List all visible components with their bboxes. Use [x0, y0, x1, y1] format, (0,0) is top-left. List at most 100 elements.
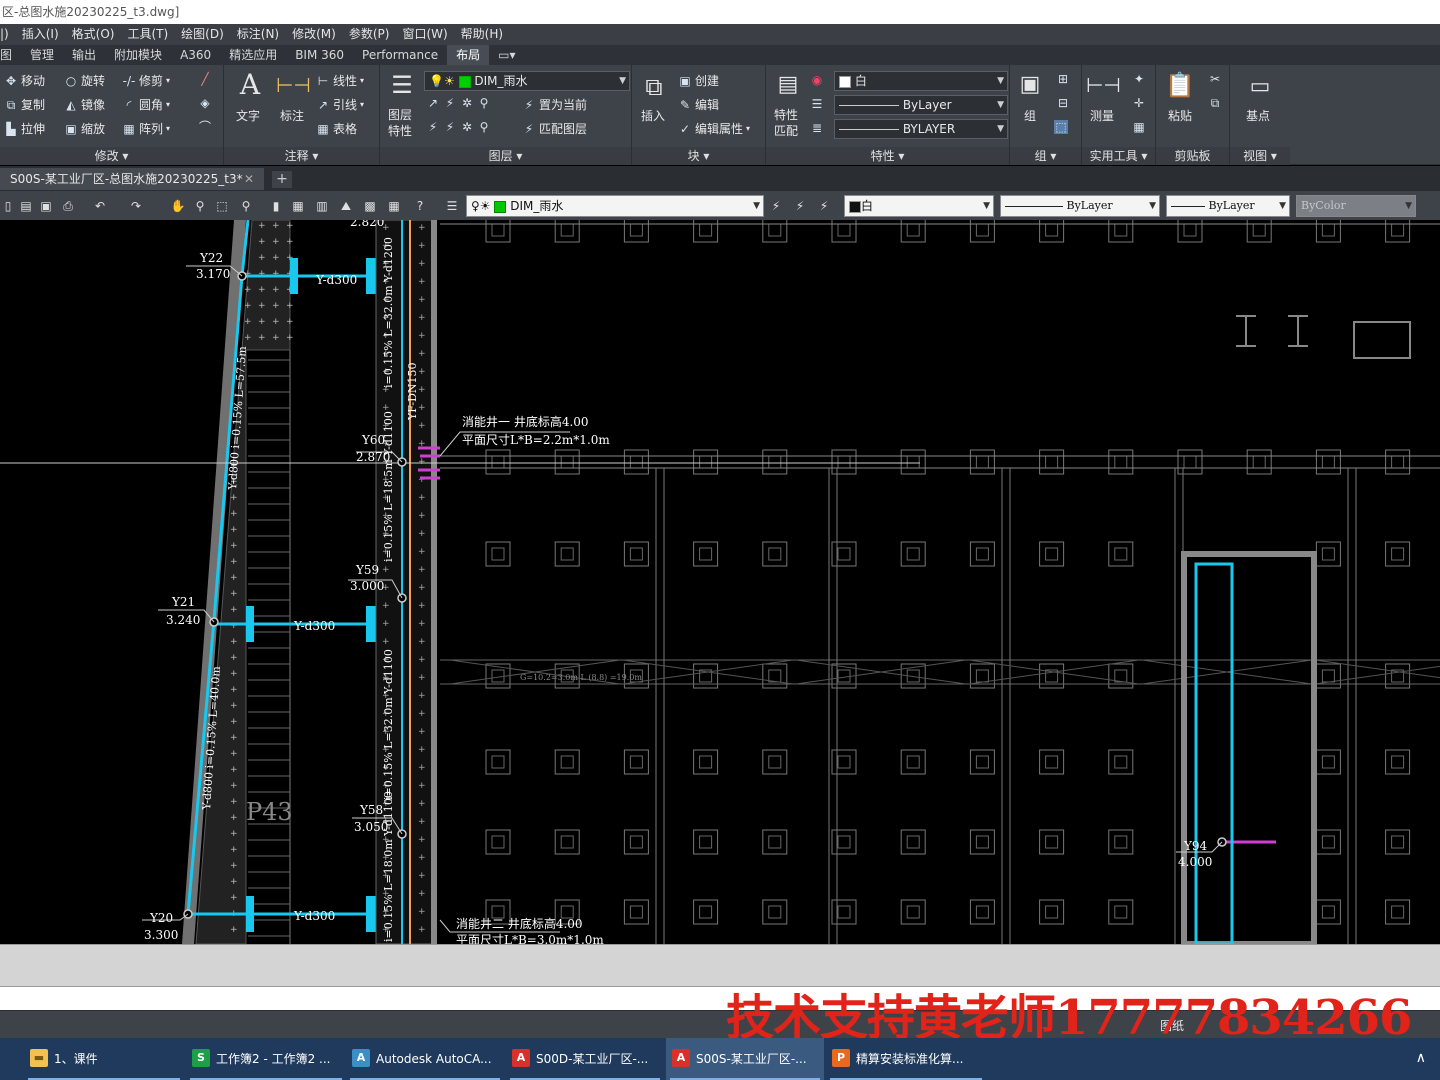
text-icon[interactable]: A [234, 69, 266, 101]
leader-button[interactable]: ↗ 引线 ▾ [316, 96, 364, 113]
menu-item-format[interactable]: 格式(O) [72, 24, 128, 45]
group-button-label[interactable]: 组 [1024, 107, 1036, 124]
tab-a360[interactable]: A360 [171, 45, 220, 65]
ungroup-icon[interactable]: ⊞ [1056, 72, 1070, 86]
edit-block-button[interactable]: ✎ 编辑 [678, 96, 719, 113]
set-current-button[interactable]: ⚡ 置为当前 [522, 96, 587, 113]
toolbar-color-dropdown[interactable]: 白 ▼ [844, 195, 994, 217]
menu-item-edge[interactable]: |) [0, 24, 22, 45]
offset-button[interactable]: ⌒ [198, 120, 212, 134]
group-icon[interactable]: ▣ [1014, 69, 1046, 101]
array-button[interactable]: ▦ 阵列 ▾ [122, 120, 170, 137]
copy-clip-icon[interactable]: ⧉ [1208, 96, 1222, 110]
open-file-icon[interactable]: ▤ [18, 198, 34, 214]
tab-manage[interactable]: 管理 [21, 45, 63, 65]
copy-button[interactable]: ⧉ 复制 [4, 96, 45, 113]
rotate-button[interactable]: ○ 旋转 [64, 72, 105, 89]
toolbar-linetype-dropdown[interactable]: ByLayer ▼ [1000, 195, 1160, 217]
design-center-icon[interactable]: ▦ [290, 198, 306, 214]
edit-attributes-button[interactable]: ✓ 编辑属性 ▾ [678, 120, 750, 137]
quick-select-icon[interactable]: ✦ [1132, 72, 1146, 86]
panel-modify-title[interactable]: 修改 ▾ [0, 147, 223, 165]
cad-drawing[interactable]: + + + + + + + + + + + + + + + + + + + + + + + + + + + + + + + + + + + + + + + +… [0, 220, 1440, 944]
menu-item-help[interactable]: 帮助(H) [461, 24, 516, 45]
zoom-realtime-icon[interactable]: ⚲ [192, 198, 208, 214]
calculator-icon[interactable]: ▦ [1132, 120, 1146, 134]
linetype-dropdown[interactable]: ByLayer ▼ [834, 95, 1008, 115]
close-tab-icon[interactable]: ✕ [244, 168, 254, 190]
layer-properties-label[interactable]: 图层 特性 [388, 107, 412, 139]
zoom-window-icon[interactable]: ⬚ [214, 198, 230, 214]
panel-annotation-title[interactable]: 注释 ▾ [224, 147, 379, 165]
paste-icon[interactable]: 📋 [1164, 69, 1196, 101]
tab-bim360[interactable]: BIM 360 [286, 45, 353, 65]
table-button[interactable]: ▦ 表格 [316, 120, 357, 137]
taskbar-item-spreadsheet[interactable]: S 工作簿2 - 工作簿2 ... [186, 1038, 346, 1080]
layer-properties-icon[interactable]: ☰ [386, 69, 418, 101]
layer-dropdown[interactable]: 💡☀ DIM_雨水 ▼ [424, 71, 630, 91]
panel-groups-title[interactable]: 组 ▾ [1010, 147, 1081, 165]
toolbar-lineweight-dropdown[interactable]: ByLayer ▼ [1166, 195, 1290, 217]
linear-dim-button[interactable]: ⊢ 线性 ▾ [316, 72, 364, 89]
toolbar-layer-dropdown[interactable]: ♀☀ DIM_雨水 ▼ [466, 195, 764, 217]
menu-item-window[interactable]: 窗口(W) [402, 24, 460, 45]
panel-clipboard-title[interactable]: 剪贴板 [1156, 147, 1229, 165]
insert-button-label[interactable]: 插入 [641, 107, 665, 124]
layer-state-icon[interactable]: ⚡ [816, 198, 832, 214]
erase-button[interactable]: ◈ [198, 96, 212, 110]
group-edit-icon[interactable]: ⊟ [1056, 96, 1070, 110]
zoom-previous-icon[interactable]: ⚲ [238, 198, 254, 214]
cut-icon[interactable]: ✂ [1208, 72, 1222, 86]
trim-button[interactable]: -/- 修剪 ▾ [122, 72, 170, 89]
menu-item-dimension[interactable]: 标注(N) [237, 24, 292, 45]
make-current-icon[interactable]: ⚡ [768, 198, 784, 214]
measure-button-label[interactable]: 测量 [1090, 107, 1114, 124]
insert-block-icon[interactable]: ⧉ [638, 71, 670, 103]
panel-layers-title[interactable]: 图层 ▾ [380, 147, 631, 165]
taskbar-item-s00d[interactable]: A S00D-某工业厂区-... [506, 1038, 664, 1080]
scale-button[interactable]: ▣ 缩放 [64, 120, 105, 137]
plot-icon[interactable]: ⎙ [60, 198, 76, 214]
dimension-icon[interactable]: ⊢⊣ [276, 69, 311, 101]
layer-tools-row-2[interactable]: ⚡ ⚡ ✲ ⚲ [426, 120, 491, 134]
tab-performance[interactable]: Performance [353, 45, 447, 65]
menu-item-insert[interactable]: 插入(I) [22, 24, 72, 45]
taskbar-item-s00s[interactable]: A S00S-某工业厂区-... [666, 1038, 824, 1080]
taskbar-item-app[interactable]: P 精算安装标准化算... [826, 1038, 986, 1080]
ribbon-options-icon[interactable]: ▭▾ [489, 45, 524, 65]
tab-addins[interactable]: 附加模块 [105, 45, 171, 65]
new-tab-button[interactable]: + [272, 171, 292, 188]
layer-previous-icon[interactable]: ⚡ [792, 198, 808, 214]
stretch-button[interactable]: ▙ 拉伸 [4, 120, 45, 137]
match-layer-button[interactable]: ⚡ 匹配图层 [522, 120, 587, 137]
help-icon[interactable]: ? [412, 198, 428, 214]
mirror-button[interactable]: ◭ 镜像 [64, 96, 105, 113]
lineweight-dropdown[interactable]: BYLAYER ▼ [834, 119, 1008, 139]
panel-properties-title[interactable]: 特性 ▾ [766, 147, 1009, 165]
lineweight-icon[interactable]: ≣ [810, 121, 824, 135]
taskbar-item-autocad-setup[interactable]: A Autodesk AutoCA... [346, 1038, 504, 1080]
undo-icon[interactable]: ↶ [92, 198, 108, 214]
menu-item-tools[interactable]: 工具(T) [127, 24, 181, 45]
color-wheel-icon[interactable]: ◉ [810, 73, 824, 87]
tab-layout[interactable]: 布局 [447, 45, 490, 65]
panel-block-title[interactable]: 块 ▾ [632, 147, 765, 165]
paste-button-label[interactable]: 粘贴 [1168, 107, 1192, 124]
taskbar-item-folder[interactable]: ▬ 1、课件 [24, 1038, 184, 1080]
group-select-icon[interactable]: ⬚ [1054, 120, 1068, 134]
panel-view-title[interactable]: 视图 ▾ [1230, 147, 1290, 165]
pan-icon[interactable]: ✋ [170, 198, 186, 214]
calc-icon[interactable]: ▦ [386, 198, 402, 214]
properties-palette-icon[interactable]: ▮ [268, 198, 284, 214]
create-block-button[interactable]: ▣ 创建 [678, 72, 719, 89]
menu-item-parametric[interactable]: 参数(P) [349, 24, 403, 45]
save-icon[interactable]: ▣ [38, 198, 54, 214]
base-point-label[interactable]: 基点 [1246, 107, 1270, 124]
dimension-button-label[interactable]: 标注 [280, 107, 304, 124]
tool-palette-icon[interactable]: ▥ [314, 198, 330, 214]
redo-icon[interactable]: ↷ [128, 198, 144, 214]
sheet-set-icon[interactable]: ⛰ [338, 198, 354, 214]
panel-utilities-title[interactable]: 实用工具 ▾ [1082, 147, 1155, 165]
fillet-button[interactable]: ◜ 圆角 ▾ [122, 96, 170, 113]
tab-featured-apps[interactable]: 精选应用 [220, 45, 286, 65]
